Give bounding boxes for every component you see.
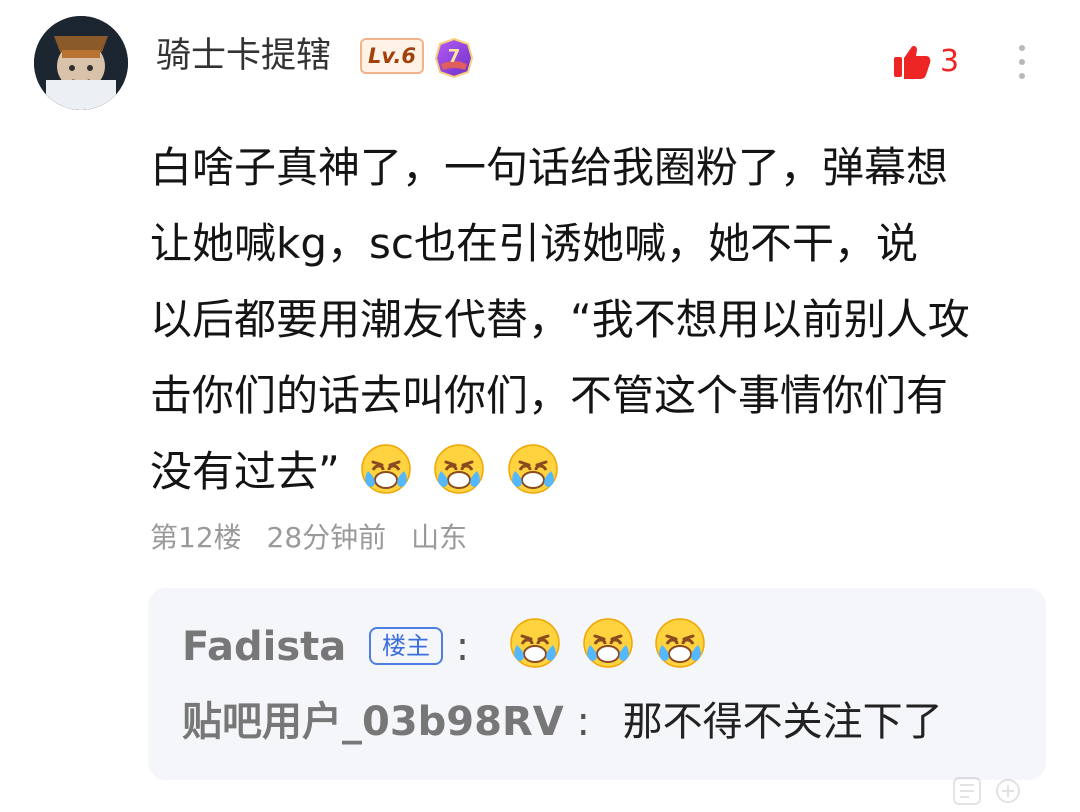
watermark-icon [953,777,1020,805]
reply-separator: : [455,624,470,670]
comment-line: 白啥子真神了，一句话给我圈粉了，弹幕想 [150,143,949,192]
comment-line-text: 没有过去” [150,447,340,496]
avatar-image [34,16,128,110]
comment-body: 白啥子真神了，一句话给我圈粉了，弹幕想 让她喊kg，sc也在引诱她喊，她不干，说… [150,130,1050,510]
comment-location: 山东 [411,521,468,554]
reply-item[interactable]: 贴吧用户_03b98RV : 那不得不关注下了 [182,694,943,750]
level-badge: Lv.6 [360,38,424,74]
reply-author[interactable]: 贴吧用户_03b98RV [182,699,564,745]
username[interactable]: 骑士卡提辖 [156,34,331,78]
crying-emoji-icon [434,444,485,494]
crying-emoji-icon [510,618,560,668]
comment-line-last: 没有过去” [150,434,1050,510]
crying-emoji-icon [361,444,411,494]
crying-emoji-icon [582,618,633,668]
comment-line: 以后都要用潮友代替，“我不想用以前别人攻 [150,295,970,344]
crying-emoji-icon [655,618,706,668]
like-count: 3 [940,44,960,79]
reply-separator: : [576,699,590,745]
reply-text: 那不得不关注下了 [622,699,943,745]
floor-number: 第12楼 [150,521,242,554]
more-options-icon[interactable] [1010,40,1034,84]
comment-meta: 第12楼 28分钟前 山东 [150,518,483,558]
membership-badge-icon: 7 [432,36,476,80]
comment-line: 击你们的话去叫你们，不管这个事情你们有 [150,371,949,420]
thread-owner-badge: 楼主 [368,627,443,665]
like-button[interactable]: 3 [890,40,970,84]
crying-emoji-icon [508,444,558,494]
reply-thread[interactable]: Fadista 楼主 : 贴吧用户_03b98RV: 那不得不关注下了 [148,588,1046,780]
avatar[interactable] [34,16,128,110]
comment-time: 28分钟前 [266,521,387,554]
thumbs-up-icon [894,45,931,79]
comment-card: 骑士卡提辖 Lv.6 7 3 白啥子真神了，一句话给我圈粉了，弹幕想 让她喊kg… [0,0,1080,812]
reply-author[interactable]: Fadista [182,624,346,670]
reply-item[interactable]: Fadista 楼主 : [182,616,707,675]
comment-line: 让她喊kg，sc也在引诱她喊，她不干，说 [150,219,918,268]
membership-level-text: 7 [448,46,461,67]
